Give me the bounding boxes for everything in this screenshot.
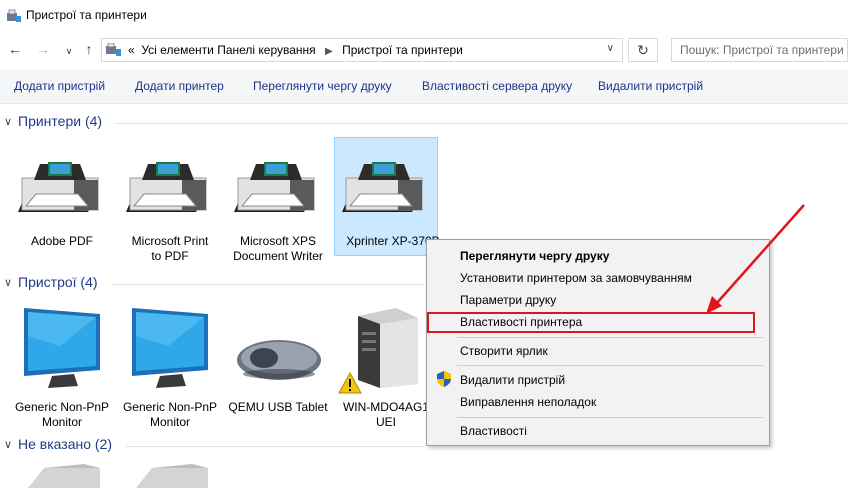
device-item-monitor-1[interactable]: Generic Non-PnP Monitor — [10, 300, 114, 430]
title-bar: Пристрої та принтери — [0, 0, 848, 32]
menu-separator — [457, 337, 763, 338]
device-label-line1: Generic Non-PnP — [14, 400, 110, 414]
add-device-button[interactable]: Додати пристрій — [14, 79, 105, 93]
monitor-icon — [24, 308, 100, 388]
printer-icon — [126, 162, 207, 212]
menu-item-set-default[interactable]: Установити принтером за замовчуванням — [460, 271, 692, 285]
device-label-line1: Generic Non-PnP — [122, 400, 218, 414]
see-print-queue-button[interactable]: Переглянути чергу друку — [253, 79, 392, 93]
device-label-line1: WIN-MDO4AG1 — [342, 400, 429, 414]
printer-label-line2: Document Writer — [233, 249, 323, 263]
address-row: ← → ∨ ↑ « Усі елементи Панелі керування … — [0, 34, 848, 66]
device-label-line2: Monitor — [41, 415, 82, 429]
breadcrumb-separator-icon[interactable]: ▶ — [325, 46, 333, 57]
mouse-icon — [237, 340, 321, 380]
menu-item-remove-device[interactable]: Видалити пристрій — [460, 373, 565, 387]
back-arrow-icon[interactable]: ← — [6, 40, 24, 58]
printer-icon — [234, 162, 315, 212]
group-printers-label: Принтери (4) — [18, 113, 103, 129]
command-bar: Додати пристрій Додати принтер Перегляну… — [0, 70, 848, 104]
uac-shield-icon — [437, 371, 451, 387]
breadcrumb-overflow[interactable]: « — [128, 43, 135, 57]
printer-item-microsoft-print-to-pdf[interactable]: Microsoft Print to PDF — [118, 138, 222, 263]
context-menu: Переглянути чергу друку Установити принт… — [426, 239, 770, 446]
menu-item-properties[interactable]: Властивості — [460, 424, 527, 438]
computer-tower-icon — [136, 464, 208, 488]
add-printer-button[interactable]: Додати принтер — [135, 79, 224, 93]
printer-item-microsoft-xps[interactable]: Microsoft XPS Document Writer — [226, 138, 330, 263]
recent-locations-chevron-icon[interactable]: ∨ — [60, 42, 78, 60]
menu-separator — [457, 417, 763, 418]
group-divider — [116, 123, 848, 124]
monitor-icon — [132, 308, 208, 388]
warning-icon — [338, 372, 362, 394]
breadcrumb: « Усі елементи Панелі керування ▶ Пристр… — [128, 43, 463, 57]
menu-item-printing-preferences[interactable]: Параметри друку — [460, 293, 556, 307]
highlight-box — [427, 312, 755, 333]
device-item-qemu-tablet[interactable]: QEMU USB Tablet — [226, 300, 330, 430]
address-dropdown-chevron-icon[interactable]: ∨ — [607, 43, 614, 54]
menu-separator — [457, 365, 763, 366]
group-printers[interactable]: ∨ Принтери (4) — [0, 113, 848, 133]
device-label-line2: UEI — [375, 415, 396, 429]
printer-label-line2: to PDF — [151, 249, 189, 263]
breadcrumb-control-panel[interactable]: Усі елементи Панелі керування — [141, 43, 315, 57]
printer-label: Adobe PDF — [30, 234, 94, 248]
group-divider — [126, 446, 424, 447]
device-label: QEMU USB Tablet — [228, 400, 328, 414]
printer-icon — [18, 162, 99, 212]
collapse-chevron-icon[interactable]: ∨ — [4, 115, 12, 128]
remove-device-button[interactable]: Видалити пристрій — [598, 79, 703, 93]
computer-tower-icon — [28, 464, 100, 488]
up-arrow-icon[interactable]: ↑ — [80, 40, 98, 58]
forward-arrow-icon[interactable]: → — [34, 40, 52, 58]
collapse-chevron-icon[interactable]: ∨ — [4, 276, 12, 289]
printer-label-line1: Microsoft Print — [131, 234, 209, 248]
printer-icon — [342, 162, 423, 212]
menu-item-troubleshoot[interactable]: Виправлення неполадок — [460, 395, 596, 409]
printer-item-adobe-pdf[interactable]: Adobe PDF — [10, 138, 114, 256]
menu-item-create-shortcut[interactable]: Створити ярлик — [460, 344, 548, 358]
control-panel-icon — [106, 43, 121, 56]
search-input[interactable]: Пошук: Пристрої та принтери — [671, 38, 848, 62]
address-bar[interactable]: « Усі елементи Панелі керування ▶ Пристр… — [101, 38, 623, 62]
collapse-chevron-icon[interactable]: ∨ — [4, 438, 12, 451]
print-server-properties-button[interactable]: Властивості сервера друку — [422, 79, 572, 93]
group-devices-label: Пристрої (4) — [18, 274, 98, 290]
printer-label-line1: Microsoft XPS — [239, 234, 317, 248]
group-divider — [112, 284, 424, 285]
devices-printers-app-icon — [7, 9, 21, 22]
printer-item-xprinter[interactable]: Xprinter XP-370B — [334, 137, 440, 256]
device-item-computer[interactable]: WIN-MDO4AG1 UEI — [334, 300, 438, 430]
refresh-icon[interactable]: ↻ — [628, 38, 658, 62]
device-item-monitor-2[interactable]: Generic Non-PnP Monitor — [118, 300, 222, 430]
group-unspecified-label: Не вказано (2) — [18, 436, 113, 452]
computer-tower-icon — [358, 308, 418, 388]
device-label-line2: Monitor — [149, 415, 190, 429]
menu-item-see-print-queue[interactable]: Переглянути чергу друку — [460, 249, 609, 263]
window-title: Пристрої та принтери — [26, 8, 147, 22]
breadcrumb-devices-printers[interactable]: Пристрої та принтери — [342, 43, 463, 57]
